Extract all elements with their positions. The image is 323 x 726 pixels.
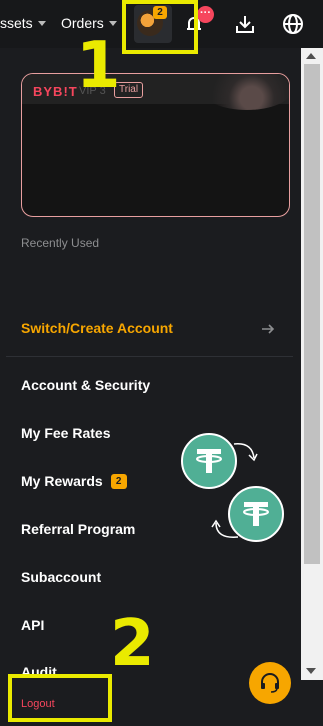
- notification-badge: ···: [197, 6, 214, 23]
- menu-rewards-label: My Rewards: [21, 473, 103, 489]
- chevron-down-icon: [37, 20, 46, 26]
- scrollbar-thumb[interactable]: [304, 64, 320, 564]
- tether-symbol-icon: [196, 449, 222, 473]
- nav-assets-label: ssets: [0, 15, 33, 31]
- menu-fee-rates[interactable]: My Fee Rates: [21, 425, 110, 441]
- menu-account-security[interactable]: Account & Security: [21, 377, 150, 393]
- globe-icon[interactable]: [282, 13, 304, 35]
- curved-arrow-icon: [233, 443, 258, 462]
- tether-coin-icon: [181, 433, 237, 489]
- annotation-box-2: [8, 674, 112, 722]
- switch-account-label: Switch/Create Account: [21, 320, 173, 336]
- scroll-up-icon[interactable]: [306, 53, 316, 59]
- download-icon[interactable]: [234, 13, 256, 35]
- nav-assets[interactable]: ssets: [0, 15, 46, 31]
- annotation-number-1: 1: [76, 29, 121, 103]
- arrow-right-icon: [262, 324, 275, 334]
- bybit-logo: BYB!T: [33, 84, 78, 99]
- menu-fee-rates-label: My Fee Rates: [21, 425, 111, 441]
- recently-used-label: Recently Used: [21, 236, 100, 250]
- menu-api[interactable]: API: [21, 617, 44, 633]
- menu-rewards[interactable]: My Rewards 2: [21, 473, 127, 489]
- rewards-badge: 2: [110, 473, 127, 489]
- annotation-box-1: [122, 0, 198, 54]
- divider: [6, 356, 293, 357]
- menu-subaccount-label: Subaccount: [21, 569, 102, 585]
- menu-referral-label: Referral Program: [21, 521, 136, 537]
- chevron-down-icon: [108, 20, 117, 26]
- menu-subaccount[interactable]: Subaccount: [21, 569, 101, 585]
- menu-api-label: API: [21, 617, 45, 633]
- card-decoration: [202, 74, 289, 110]
- scroll-down-icon[interactable]: [306, 668, 316, 674]
- curved-arrow-icon: [211, 519, 239, 538]
- menu-account-security-label: Account & Security: [21, 377, 151, 393]
- support-chat-button[interactable]: [249, 662, 291, 704]
- switch-create-account-button[interactable]: Switch/Create Account: [21, 320, 275, 340]
- menu-referral[interactable]: Referral Program: [21, 521, 135, 537]
- headset-icon: [261, 673, 279, 693]
- account-card[interactable]: BYB!T VIP 3 Trial: [21, 73, 290, 217]
- annotation-number-2: 2: [110, 607, 155, 681]
